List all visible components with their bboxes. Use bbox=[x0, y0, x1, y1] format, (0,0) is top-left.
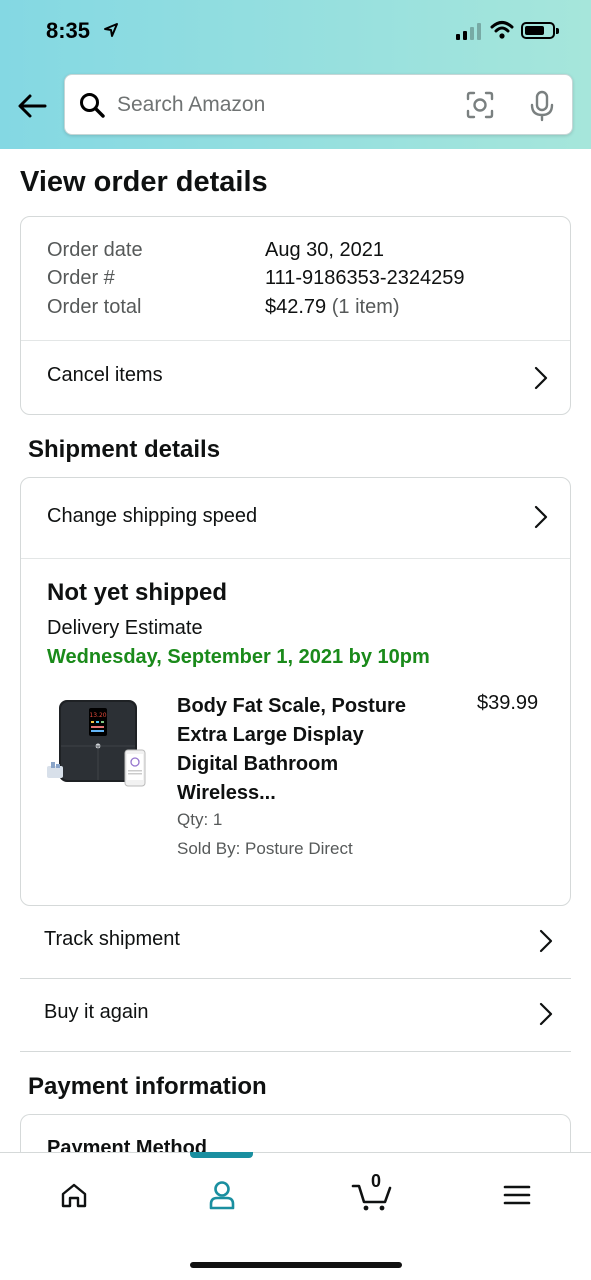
chevron-right-icon bbox=[534, 505, 548, 529]
product-quantity: Qty: 1 bbox=[177, 810, 223, 829]
product-price: $39.99 bbox=[477, 692, 539, 714]
order-date-value: Aug 30, 2021 bbox=[265, 239, 384, 261]
back-button[interactable] bbox=[14, 88, 50, 124]
chevron-right-icon bbox=[539, 929, 553, 953]
location-arrow-icon bbox=[104, 23, 118, 37]
shipment-card: Change shipping speed Not yet shipped De… bbox=[20, 477, 571, 906]
product-title-line: Body Fat Scale, Posture bbox=[177, 695, 406, 717]
battery-icon bbox=[521, 22, 559, 39]
app-header: 8:35 bbox=[0, 0, 591, 149]
scale-display-reading: 13.20 bbox=[89, 712, 106, 719]
order-summary-card: Order date Aug 30, 2021 Order # 111-9186… bbox=[20, 216, 571, 415]
nav-menu[interactable] bbox=[492, 1175, 542, 1215]
active-tab-indicator bbox=[190, 1152, 253, 1158]
chevron-right-icon bbox=[539, 1002, 553, 1026]
account-icon bbox=[209, 1181, 235, 1210]
order-date-label: Order date bbox=[47, 239, 143, 261]
delivery-estimate-date: Wednesday, September 1, 2021 by 10pm bbox=[47, 646, 430, 668]
buy-again-row[interactable]: Buy it again bbox=[20, 979, 571, 1052]
order-total-label: Order total bbox=[47, 296, 142, 318]
order-number-value: 111-9186353-2324259 bbox=[265, 267, 465, 289]
order-total-value: $42.79 (1 item) bbox=[265, 296, 400, 319]
product-title-line: Wireless... bbox=[177, 782, 276, 804]
track-shipment-label: Track shipment bbox=[44, 928, 180, 950]
home-indicator bbox=[190, 1262, 402, 1268]
order-total-amount: $42.79 bbox=[265, 296, 327, 318]
product-title[interactable]: Body Fat Scale, Posture Extra Large Disp… bbox=[177, 692, 437, 808]
product-image[interactable]: 13.20 bbox=[47, 694, 151, 798]
back-arrow-icon bbox=[18, 94, 47, 118]
shipment-status: Not yet shipped bbox=[47, 579, 228, 606]
nav-account[interactable] bbox=[197, 1175, 247, 1215]
bottom-navigation: 0 bbox=[0, 1152, 591, 1280]
product-title-line: Extra Large Display bbox=[177, 724, 364, 746]
home-icon bbox=[61, 1183, 87, 1208]
shipment-section-title: Shipment details bbox=[28, 436, 221, 463]
product-seller: Sold By: Posture Direct bbox=[177, 839, 353, 858]
track-shipment-row[interactable]: Track shipment bbox=[20, 906, 571, 979]
cancel-items-row[interactable]: Cancel items bbox=[21, 341, 570, 415]
change-shipping-speed-label: Change shipping speed bbox=[47, 505, 258, 527]
divider bbox=[21, 558, 570, 559]
nav-home[interactable] bbox=[49, 1175, 99, 1215]
chevron-right-icon bbox=[534, 366, 548, 390]
search-input[interactable] bbox=[117, 85, 447, 125]
nav-cart[interactable]: 0 bbox=[347, 1171, 397, 1215]
status-time: 8:35 bbox=[46, 18, 91, 43]
order-item-count: (1 item) bbox=[331, 296, 400, 318]
order-number-label: Order # bbox=[47, 267, 115, 289]
search-bar[interactable] bbox=[64, 74, 573, 135]
change-shipping-speed-row[interactable]: Change shipping speed bbox=[21, 478, 570, 558]
menu-icon bbox=[503, 1185, 531, 1205]
buy-again-label: Buy it again bbox=[44, 1001, 149, 1023]
cart-count-badge: 0 bbox=[370, 1171, 381, 1191]
camera-scan-icon[interactable] bbox=[465, 90, 495, 120]
wifi-icon bbox=[490, 21, 514, 39]
product-title-line: Digital Bathroom bbox=[177, 753, 339, 775]
cancel-items-label: Cancel items bbox=[47, 364, 163, 386]
page-title: View order details bbox=[20, 166, 268, 198]
delivery-estimate-label: Delivery Estimate bbox=[47, 617, 203, 639]
microphone-icon[interactable] bbox=[529, 90, 555, 122]
cellular-signal-icon bbox=[456, 22, 481, 40]
payment-section-title: Payment information bbox=[28, 1073, 267, 1100]
search-icon bbox=[80, 93, 105, 118]
